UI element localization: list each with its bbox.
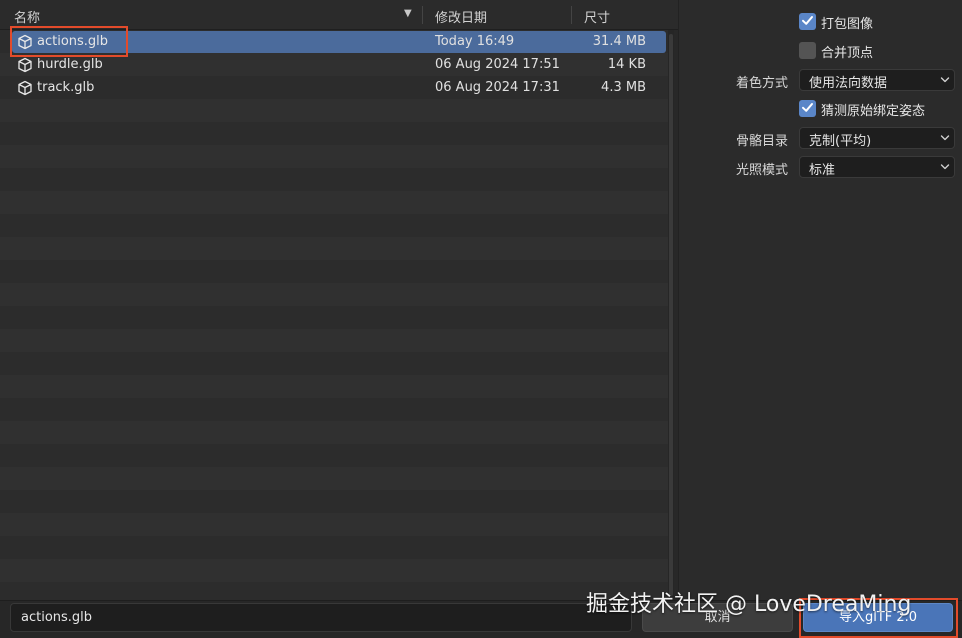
file-size: 4.3 MB: [601, 80, 646, 95]
list-stripe: [0, 352, 670, 375]
list-stripe: [0, 467, 670, 490]
shading-value: 使用法向数据: [809, 76, 888, 91]
list-stripe: [0, 260, 670, 283]
file-name: hurdle.glb: [37, 57, 103, 72]
shading-label: 着色方式: [735, 76, 788, 91]
list-stripe: [0, 237, 670, 260]
file-size: 31.4 MB: [592, 34, 646, 49]
file-list: actions.glb Today 16:49 31.4 MB hurdle.g…: [0, 30, 670, 600]
list-stripe: [0, 398, 670, 421]
3d-object-file-icon: [18, 80, 32, 96]
chevron-down-icon: [940, 135, 950, 141]
bone-dir-dropdown[interactable]: 克制(平均): [799, 127, 955, 149]
lighting-mode-dropdown[interactable]: 标准: [799, 156, 955, 178]
scrollbar-thumb[interactable]: [669, 34, 673, 596]
sort-descending-icon[interactable]: ▼: [404, 8, 412, 19]
import-gltf-button[interactable]: 导入glTF 2.0: [803, 603, 953, 632]
list-stripe: [0, 559, 670, 582]
cancel-button[interactable]: 取消: [642, 603, 793, 632]
import-options-panel: 打包图像 合并顶点 着色方式 使用法向数据 猜测原始绑定姿态 骨骼目录 克制(平…: [678, 0, 962, 600]
pack-images-label: 打包图像: [821, 17, 874, 32]
list-stripe: [0, 444, 670, 467]
list-stripe: [0, 306, 670, 329]
file-row-actions[interactable]: actions.glb Today 16:49 31.4 MB: [12, 31, 666, 53]
list-stripe: [0, 536, 670, 559]
list-stripe: [0, 490, 670, 513]
list-stripe: [0, 99, 670, 122]
shading-dropdown[interactable]: 使用法向数据: [799, 69, 955, 91]
filename-input[interactable]: [10, 603, 632, 632]
file-date: 06 Aug 2024 17:51: [435, 57, 560, 72]
bone-dir-value: 克制(平均): [809, 134, 872, 149]
file-name: actions.glb: [37, 34, 109, 49]
merge-vertices-checkbox[interactable]: [799, 42, 816, 59]
column-header-modified[interactable]: 修改日期: [435, 7, 487, 26]
merge-vertices-label: 合并顶点: [821, 46, 874, 61]
lighting-mode-label: 光照模式: [735, 163, 788, 178]
3d-object-file-icon: [18, 57, 32, 73]
guess-bind-pose-label: 猜测原始绑定姿态: [821, 104, 926, 119]
file-name: track.glb: [37, 80, 95, 95]
list-stripe: [0, 214, 670, 237]
file-date: 06 Aug 2024 17:31: [435, 80, 560, 95]
guess-bind-pose-checkbox[interactable]: [799, 100, 816, 117]
file-date: Today 16:49: [435, 34, 515, 49]
lighting-mode-value: 标准: [809, 163, 836, 178]
list-stripe: [0, 421, 670, 444]
file-size: 14 KB: [607, 57, 646, 72]
bone-dir-label: 骨骼目录: [735, 134, 788, 149]
pack-images-checkbox[interactable]: [799, 13, 816, 30]
file-list-header: 名称 ▼ 修改日期 尺寸: [0, 0, 678, 30]
list-stripe: [0, 329, 670, 352]
list-stripe: [0, 122, 670, 145]
list-stripe: [0, 168, 670, 191]
3d-object-file-icon: [18, 34, 32, 50]
list-stripe: [0, 191, 670, 214]
column-divider[interactable]: [571, 6, 572, 24]
checkmark-icon: [802, 16, 813, 25]
checkmark-icon: [802, 103, 813, 112]
column-header-size[interactable]: 尺寸: [584, 7, 610, 26]
column-divider[interactable]: [422, 6, 423, 24]
chevron-down-icon: [940, 164, 950, 170]
file-action-bar: 取消 导入glTF 2.0: [0, 600, 962, 638]
file-row-hurdle[interactable]: hurdle.glb 06 Aug 2024 17:51 14 KB: [12, 54, 666, 76]
column-header-name[interactable]: 名称: [14, 7, 40, 26]
list-stripe: [0, 283, 670, 306]
list-stripe: [0, 513, 670, 536]
list-stripe: [0, 582, 670, 600]
chevron-down-icon: [940, 77, 950, 83]
file-browser-panel: 名称 ▼ 修改日期 尺寸 actions.glb Today 16:49 31.…: [0, 0, 678, 600]
list-stripe: [0, 375, 670, 398]
list-stripe: [0, 145, 670, 168]
file-row-track[interactable]: track.glb 06 Aug 2024 17:31 4.3 MB: [12, 77, 666, 99]
